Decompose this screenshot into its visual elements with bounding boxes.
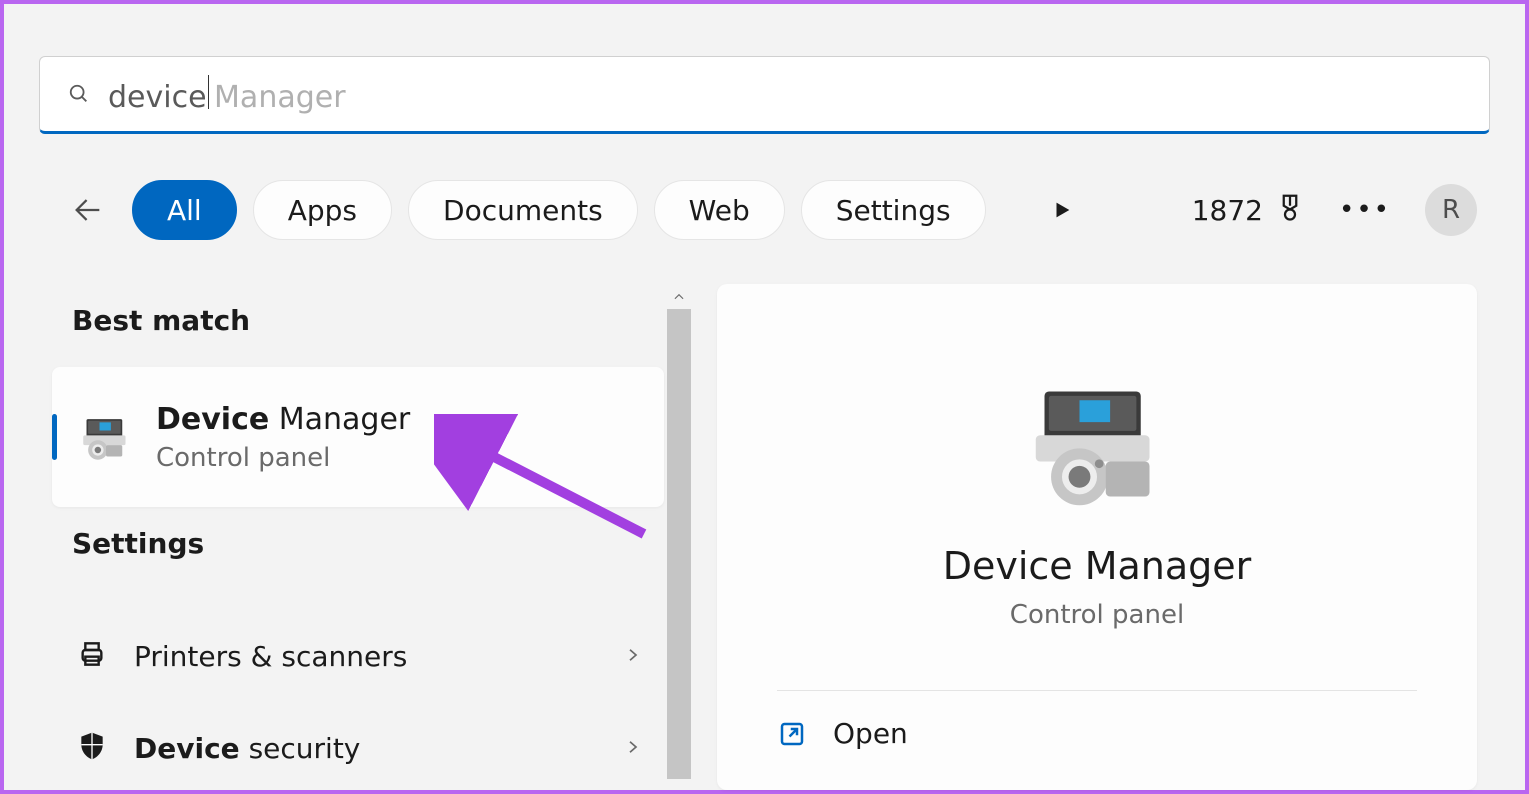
result-title-rest: Manager — [269, 402, 410, 437]
filter-label: Web — [689, 194, 750, 227]
filter-settings[interactable]: Settings — [801, 180, 986, 240]
action-label: Open — [833, 717, 908, 750]
filter-row: All Apps Documents Web Settings 1872 •••… — [64, 179, 1477, 241]
settings-section-header: Settings — [52, 507, 664, 590]
settings-results-list: Printers & scanners Device security — [52, 610, 664, 794]
search-suggestion-text: Manager — [214, 80, 346, 115]
points-value: 1872 — [1192, 194, 1263, 227]
filter-all[interactable]: All — [132, 180, 237, 240]
scroll-up-button[interactable] — [667, 284, 691, 309]
scrollbar-thumb[interactable] — [667, 309, 691, 779]
filter-label: All — [167, 194, 202, 227]
more-options-button[interactable]: ••• — [1341, 186, 1389, 234]
search-icon — [68, 83, 90, 105]
printer-icon — [76, 638, 108, 674]
results-pane: Best match Device Manager Control panel … — [52, 284, 664, 790]
filter-apps[interactable]: Apps — [253, 180, 392, 240]
filter-documents[interactable]: Documents — [408, 180, 638, 240]
chevron-right-icon — [624, 646, 644, 666]
medal-icon — [1275, 192, 1305, 229]
result-subtitle: Control panel — [156, 443, 410, 473]
best-match-result[interactable]: Device Manager Control panel — [52, 367, 664, 507]
setting-item-printers-scanners[interactable]: Printers & scanners — [52, 610, 664, 702]
details-subtitle: Control panel — [1010, 600, 1184, 630]
setting-label: Printers & scanners — [134, 640, 598, 673]
device-manager-icon — [80, 411, 132, 463]
chevron-right-icon — [624, 738, 644, 758]
search-bar[interactable]: device Manager — [39, 56, 1490, 134]
back-button[interactable] — [64, 186, 112, 234]
device-manager-large-icon — [1027, 374, 1167, 514]
filter-web[interactable]: Web — [654, 180, 785, 240]
user-avatar[interactable]: R — [1425, 184, 1477, 236]
details-pane: Device Manager Control panel Open — [717, 284, 1477, 790]
setting-item-device-security[interactable]: Device security — [52, 702, 664, 794]
details-title: Device Manager — [943, 544, 1252, 588]
result-title-bold: Device — [156, 402, 269, 437]
filter-label: Documents — [443, 194, 603, 227]
setting-label: Device security — [134, 732, 598, 765]
search-input[interactable]: device Manager — [108, 73, 346, 115]
search-typed-text: device — [108, 80, 207, 115]
action-open[interactable]: Open — [777, 691, 1417, 750]
filter-label: Apps — [288, 194, 357, 227]
best-match-header: Best match — [52, 284, 664, 367]
filter-more-button[interactable] — [1038, 186, 1086, 234]
text-cursor — [208, 75, 210, 109]
shield-icon — [76, 730, 108, 766]
filter-label: Settings — [836, 194, 951, 227]
avatar-initial: R — [1442, 195, 1460, 225]
rewards-points[interactable]: 1872 — [1192, 192, 1305, 229]
best-match-text: Device Manager Control panel — [156, 402, 410, 473]
